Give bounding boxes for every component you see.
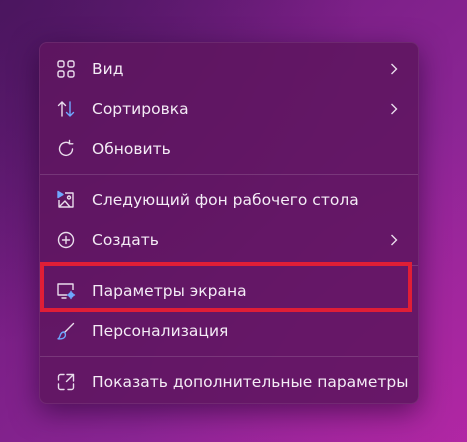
menu-item-next-wallpaper[interactable]: Следующий фон рабочего стола: [40, 180, 418, 220]
menu-item-label: Показать дополнительные параметры: [92, 373, 409, 391]
menu-item-label: Персонализация: [92, 322, 229, 340]
menu-item-refresh[interactable]: Обновить: [40, 129, 418, 169]
menu-separator: [40, 174, 418, 175]
sort-arrows-icon: [55, 98, 77, 120]
desktop-context-menu: Вид Сортировка Обновить Следующий фон ра…: [39, 42, 419, 404]
menu-item-personalize[interactable]: Персонализация: [40, 311, 418, 351]
menu-separator: [40, 265, 418, 266]
chevron-right-icon: [388, 233, 400, 247]
menu-item-label: Сортировка: [92, 100, 189, 118]
menu-item-label: Обновить: [92, 140, 171, 158]
chevron-right-icon: [388, 62, 400, 76]
next-wallpaper-icon: [55, 189, 77, 211]
menu-item-display-settings[interactable]: Параметры экрана: [40, 271, 418, 311]
menu-separator: [40, 356, 418, 357]
menu-item-label: Создать: [92, 231, 159, 249]
refresh-icon: [55, 138, 77, 160]
menu-item-show-more-options[interactable]: Показать дополнительные параметры: [40, 362, 418, 402]
menu-item-sort[interactable]: Сортировка: [40, 89, 418, 129]
menu-item-create[interactable]: Создать: [40, 220, 418, 260]
brush-icon: [55, 320, 77, 342]
menu-item-view[interactable]: Вид: [40, 49, 418, 89]
menu-item-label: Вид: [92, 60, 124, 78]
menu-item-label: Параметры экрана: [92, 282, 247, 300]
chevron-right-icon: [388, 102, 400, 116]
menu-item-label: Следующий фон рабочего стола: [92, 191, 359, 209]
grid-icon: [55, 58, 77, 80]
plus-circle-icon: [55, 229, 77, 251]
more-options-icon: [55, 371, 77, 393]
display-settings-icon: [55, 280, 77, 302]
